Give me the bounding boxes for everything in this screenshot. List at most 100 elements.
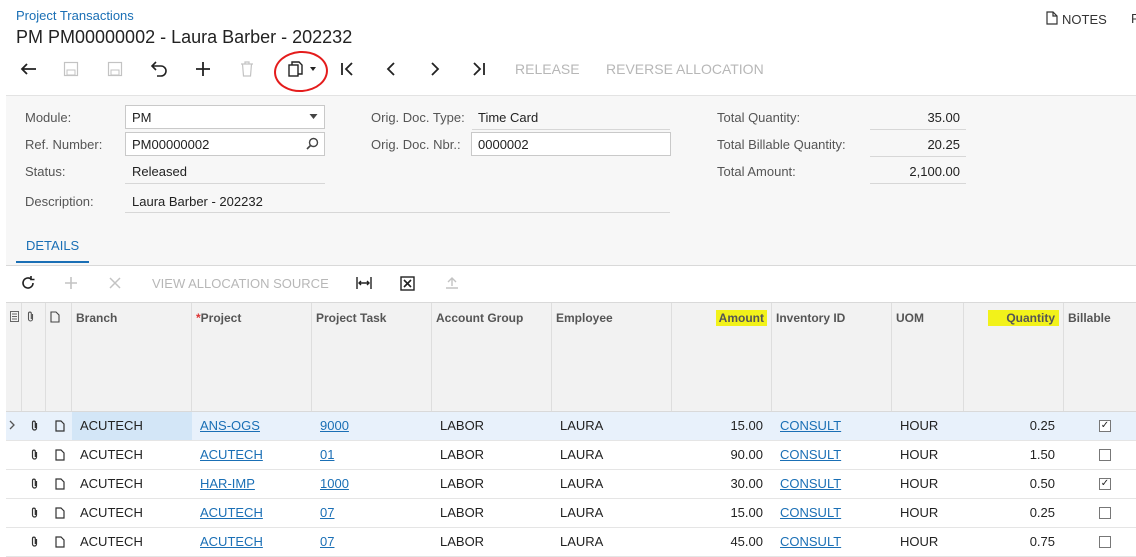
module-select[interactable]: PM [125,105,325,129]
attachment-icon[interactable] [30,449,39,461]
cell-branch[interactable]: ACUTECH [72,441,192,469]
billable-checkbox[interactable] [1099,507,1111,519]
cell-amount[interactable]: 15.00 [672,412,763,440]
col-employee[interactable]: Employee [552,303,672,411]
first-record-icon[interactable] [336,58,358,80]
add-icon[interactable] [192,58,214,80]
cell-uom[interactable]: HOUR [900,441,938,469]
cell-project-link[interactable]: ACUTECH [200,499,263,527]
col-amount[interactable]: Amount [672,303,772,411]
note-icon[interactable] [55,507,65,519]
cell-employee[interactable]: LAURA [560,470,603,498]
billable-checkbox[interactable]: ✓ [1099,478,1111,490]
table-row[interactable]: ACUTECH HAR-IMP 1000 LABOR LAURA 30.00 CONSULT… [6,470,1136,499]
cell-branch[interactable]: ACUTECH [72,499,192,527]
export-excel-icon[interactable] [400,276,415,294]
cell-branch[interactable]: ACUTECH [72,412,192,440]
note-icon[interactable] [55,478,65,490]
cell-project-link[interactable]: ACUTECH [200,528,263,556]
save-icon[interactable] [104,58,126,80]
breadcrumb[interactable]: Project Transactions [16,8,134,23]
cell-inventory-link[interactable]: CONSULT [780,441,841,469]
cell-quantity[interactable]: 0.50 [964,470,1055,498]
cell-inventory-link[interactable]: CONSULT [780,412,841,440]
back-icon[interactable] [17,58,39,80]
cell-employee[interactable]: LAURA [560,441,603,469]
prev-record-icon[interactable] [380,58,402,80]
view-allocation-source-button[interactable]: VIEW ALLOCATION SOURCE [152,276,329,291]
table-row[interactable]: ACUTECH ACUTECH 07 LABOR LAURA 15.00 CONSULT HO… [6,499,1136,528]
cell-account-group[interactable]: LABOR [440,441,484,469]
orig-doc-nbr-value[interactable]: 0000002 [471,132,671,156]
search-icon[interactable] [306,137,319,153]
cell-project-task-link[interactable]: 9000 [320,412,349,440]
cell-project-task-link[interactable]: 01 [320,441,334,469]
upload-icon[interactable] [445,276,459,293]
note-icon[interactable] [55,449,65,461]
billable-checkbox[interactable]: ✓ [1099,420,1111,432]
cell-account-group[interactable]: LABOR [440,412,484,440]
cell-quantity[interactable]: 0.25 [964,499,1055,527]
cell-project-link[interactable]: HAR-IMP [200,470,255,498]
attachment-icon[interactable] [30,536,39,548]
cell-employee[interactable]: LAURA [560,412,603,440]
col-project[interactable]: *Project [192,303,312,411]
cell-project-task-link[interactable]: 07 [320,499,334,527]
next-record-icon[interactable] [424,58,446,80]
table-row[interactable]: ACUTECH ANS-OGS 9000 LABOR LAURA 15.00 CONSULT… [6,412,1136,441]
col-billable[interactable]: Billable [1064,303,1136,411]
col-account-group[interactable]: Account Group [432,303,552,411]
cell-amount[interactable]: 15.00 [672,499,763,527]
col-branch[interactable]: Branch [72,303,192,411]
col-inventory-id[interactable]: Inventory ID [772,303,892,411]
fit-columns-icon[interactable] [356,276,372,293]
cell-uom[interactable]: HOUR [900,499,938,527]
cell-uom[interactable]: HOUR [900,470,938,498]
attachment-icon[interactable] [30,478,39,490]
cell-uom[interactable]: HOUR [900,412,938,440]
cell-project-link[interactable]: ANS-OGS [200,412,260,440]
note-icon[interactable] [55,536,65,548]
table-row[interactable]: ACUTECH ACUTECH 01 LABOR LAURA 90.00 CONSULT HO… [6,441,1136,470]
cell-branch[interactable]: ACUTECH [72,528,192,556]
refresh-icon[interactable] [20,275,36,294]
cell-account-group[interactable]: LABOR [440,470,484,498]
cell-uom[interactable]: HOUR [900,528,938,556]
undo-icon[interactable] [148,58,170,80]
reverse-allocation-button[interactable]: REVERSE ALLOCATION [606,61,764,77]
table-row[interactable]: ACUTECH ACUTECH 07 LABOR LAURA 45.00 CONSULT HO… [6,528,1136,557]
add-row-icon[interactable] [64,276,78,293]
cell-quantity[interactable]: 0.75 [964,528,1055,556]
cell-project-link[interactable]: ACUTECH [200,441,263,469]
tab-details[interactable]: DETAILS [16,238,90,263]
col-project-task[interactable]: Project Task [312,303,432,411]
cell-employee[interactable]: LAURA [560,499,603,527]
ref-number-field[interactable]: PM00000002 [125,132,325,156]
cell-project-task-link[interactable]: 07 [320,528,334,556]
billable-checkbox[interactable] [1099,449,1111,461]
cell-employee[interactable]: LAURA [560,528,603,556]
billable-checkbox[interactable] [1099,536,1111,548]
delete-row-icon[interactable] [109,277,121,292]
cell-account-group[interactable]: LABOR [440,528,484,556]
cell-project-task-link[interactable]: 1000 [320,470,349,498]
description-field[interactable]: Laura Barber - 202232 [132,194,263,209]
attachment-icon[interactable] [30,507,39,519]
row-selector-icon[interactable] [9,412,16,440]
cell-account-group[interactable]: LABOR [440,499,484,527]
cell-inventory-link[interactable]: CONSULT [780,528,841,556]
row-settings-icon[interactable] [6,303,22,411]
save-close-icon[interactable] [60,58,82,80]
files-button-partial[interactable]: F [1131,11,1136,26]
cell-inventory-link[interactable]: CONSULT [780,470,841,498]
cell-amount[interactable]: 90.00 [672,441,763,469]
cell-quantity[interactable]: 0.25 [964,412,1055,440]
cell-amount[interactable]: 30.00 [672,470,763,498]
delete-icon[interactable] [236,58,258,80]
note-icon[interactable] [55,420,65,432]
col-quantity[interactable]: Quantity [964,303,1064,411]
attachment-icon[interactable] [30,420,39,432]
col-uom[interactable]: UOM [892,303,964,411]
release-button[interactable]: RELEASE [515,61,580,77]
cell-quantity[interactable]: 1.50 [964,441,1055,469]
